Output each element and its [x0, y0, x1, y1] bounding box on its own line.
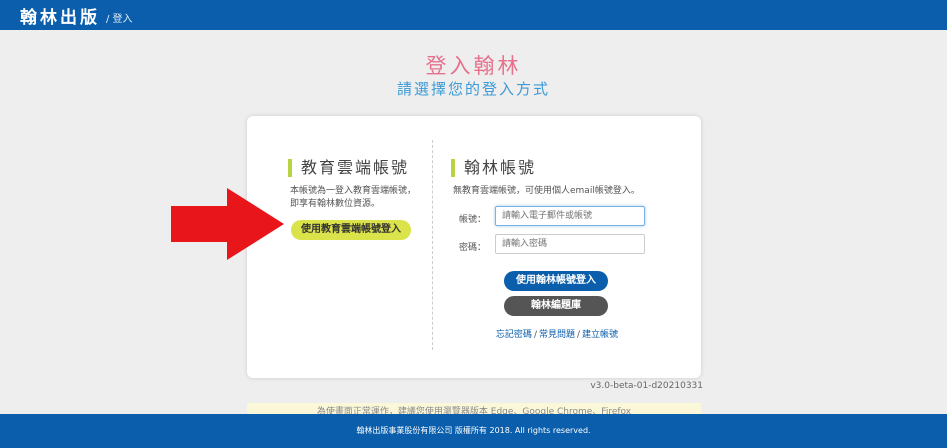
edu-account-title: 教育雲端帳號 [288, 159, 409, 177]
link-separator: / [577, 330, 581, 340]
password-input[interactable] [495, 234, 645, 254]
page-title: 登入翰林 [425, 54, 522, 78]
edu-account-desc: 本帳號為一登入教育雲端帳號，即享有翰林數位資源。 [290, 186, 417, 209]
breadcrumb: / 登入 [106, 13, 133, 25]
version-label: v3.0-beta-01-d20210331 [590, 381, 703, 391]
password-label: 密碼： [458, 243, 486, 253]
create-account-link[interactable]: 建立帳號 [582, 330, 618, 340]
account-input[interactable] [495, 206, 645, 226]
edu-login-button[interactable]: 使用教育雲端帳號登入 [291, 220, 411, 240]
footer-copyright: 翰林出版事業股份有限公司 版權所有 2018. All rights reser… [0, 414, 947, 448]
red-arrow-icon [171, 188, 284, 260]
hanlin-account-title: 翰林帳號 [451, 159, 536, 177]
hanlin-account-desc: 無教育雲端帳號，可使用個人email帳號登入。 [453, 186, 640, 196]
login-card: 教育雲端帳號 本帳號為一登入教育雲端帳號，即享有翰林數位資源。 使用教育雲端帳號… [247, 116, 701, 378]
faq-link[interactable]: 常見問題 [539, 330, 575, 340]
card-divider [432, 140, 433, 350]
top-nav-bar: 翰林出版 / 登入 [0, 0, 947, 30]
forgot-password-link[interactable]: 忘記密碼 [496, 330, 532, 340]
account-links: 忘記密碼 / 常見問題 / 建立帳號 [495, 327, 619, 340]
question-bank-button[interactable]: 翰林編題庫 [504, 296, 608, 316]
brand-logo[interactable]: 翰林出版 [20, 3, 100, 28]
link-separator: / [533, 330, 537, 340]
account-label: 帳號： [458, 215, 486, 225]
hanlin-login-button[interactable]: 使用翰林帳號登入 [504, 271, 608, 291]
page-subtitle: 請選擇您的登入方式 [396, 80, 550, 98]
